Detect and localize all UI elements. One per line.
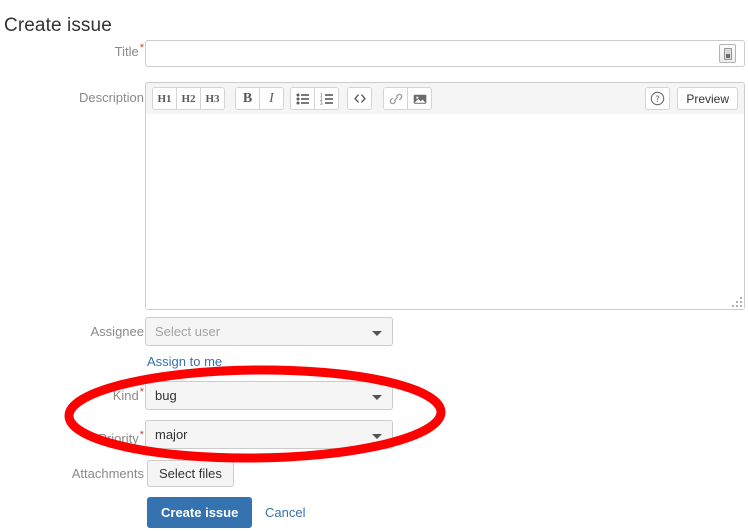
kind-required-marker: *: [139, 385, 144, 398]
create-issue-button[interactable]: Create issue: [147, 497, 253, 528]
heading-button-group: H1 H2 H3: [152, 87, 225, 110]
code-button-group: [347, 87, 372, 110]
list-button-group: 1 2 3: [290, 87, 339, 110]
priority-select-value: major: [155, 427, 188, 442]
svg-text:3: 3: [320, 100, 323, 104]
svg-text:?: ?: [656, 95, 661, 105]
code-block-button[interactable]: [347, 87, 372, 110]
chevron-down-icon: [372, 395, 382, 400]
heading-2-button[interactable]: H2: [176, 87, 201, 110]
assignee-select[interactable]: Select user: [145, 317, 393, 346]
attachments-label-text: Attachments: [71, 466, 144, 481]
annotation-ellipse: [64, 365, 446, 463]
priority-select[interactable]: major: [145, 420, 393, 449]
italic-button[interactable]: I: [259, 87, 284, 110]
priority-label-text: Priority: [98, 431, 139, 446]
chevron-down-icon: [372, 434, 382, 439]
chevron-down-icon: [372, 331, 382, 336]
title-input[interactable]: [145, 40, 745, 67]
description-label-text: Description: [78, 90, 144, 105]
description-textarea[interactable]: [146, 114, 744, 309]
assignee-select-value: Select user: [155, 324, 221, 339]
kind-label: Kind*: [112, 385, 144, 404]
cancel-link[interactable]: Cancel: [265, 505, 305, 521]
preview-button[interactable]: Preview: [677, 87, 738, 110]
title-required-marker: *: [139, 41, 144, 54]
kind-label-text: Kind: [112, 388, 139, 403]
bulleted-list-button[interactable]: [290, 87, 315, 110]
image-button[interactable]: [407, 87, 432, 110]
title-label-text: Title: [114, 44, 139, 59]
help-icon[interactable]: ?: [645, 87, 671, 110]
assignee-label-text: Assignee: [90, 324, 144, 339]
attachments-label: Attachments: [72, 466, 144, 482]
editor-toolbar-right: ? Preview: [645, 87, 738, 110]
kind-select-value: bug: [155, 388, 177, 403]
form-autofill-icon[interactable]: [719, 44, 736, 63]
priority-required-marker: *: [139, 428, 144, 441]
priority-label: Priority*: [98, 428, 144, 447]
insert-button-group: [383, 87, 432, 110]
heading-1-button[interactable]: H1: [152, 87, 177, 110]
description-label: Description: [79, 90, 144, 106]
kind-select[interactable]: bug: [145, 381, 393, 410]
heading-3-button[interactable]: H3: [200, 87, 225, 110]
assignee-label: Assignee: [91, 324, 144, 340]
bold-button[interactable]: B: [235, 87, 260, 110]
link-button[interactable]: [383, 87, 408, 110]
title-label: Title*: [114, 41, 144, 60]
select-files-button[interactable]: Select files: [147, 460, 234, 487]
numbered-list-button[interactable]: 1 2 3: [314, 87, 339, 110]
editor-toolbar: H1 H2 H3 B I 1 2 3 ? Preview: [146, 83, 744, 115]
assign-to-me-link[interactable]: Assign to me: [147, 354, 222, 370]
style-button-group: B I: [235, 87, 284, 110]
page-title: Create issue: [4, 14, 112, 36]
description-editor: H1 H2 H3 B I 1 2 3 ? Preview: [145, 82, 745, 310]
